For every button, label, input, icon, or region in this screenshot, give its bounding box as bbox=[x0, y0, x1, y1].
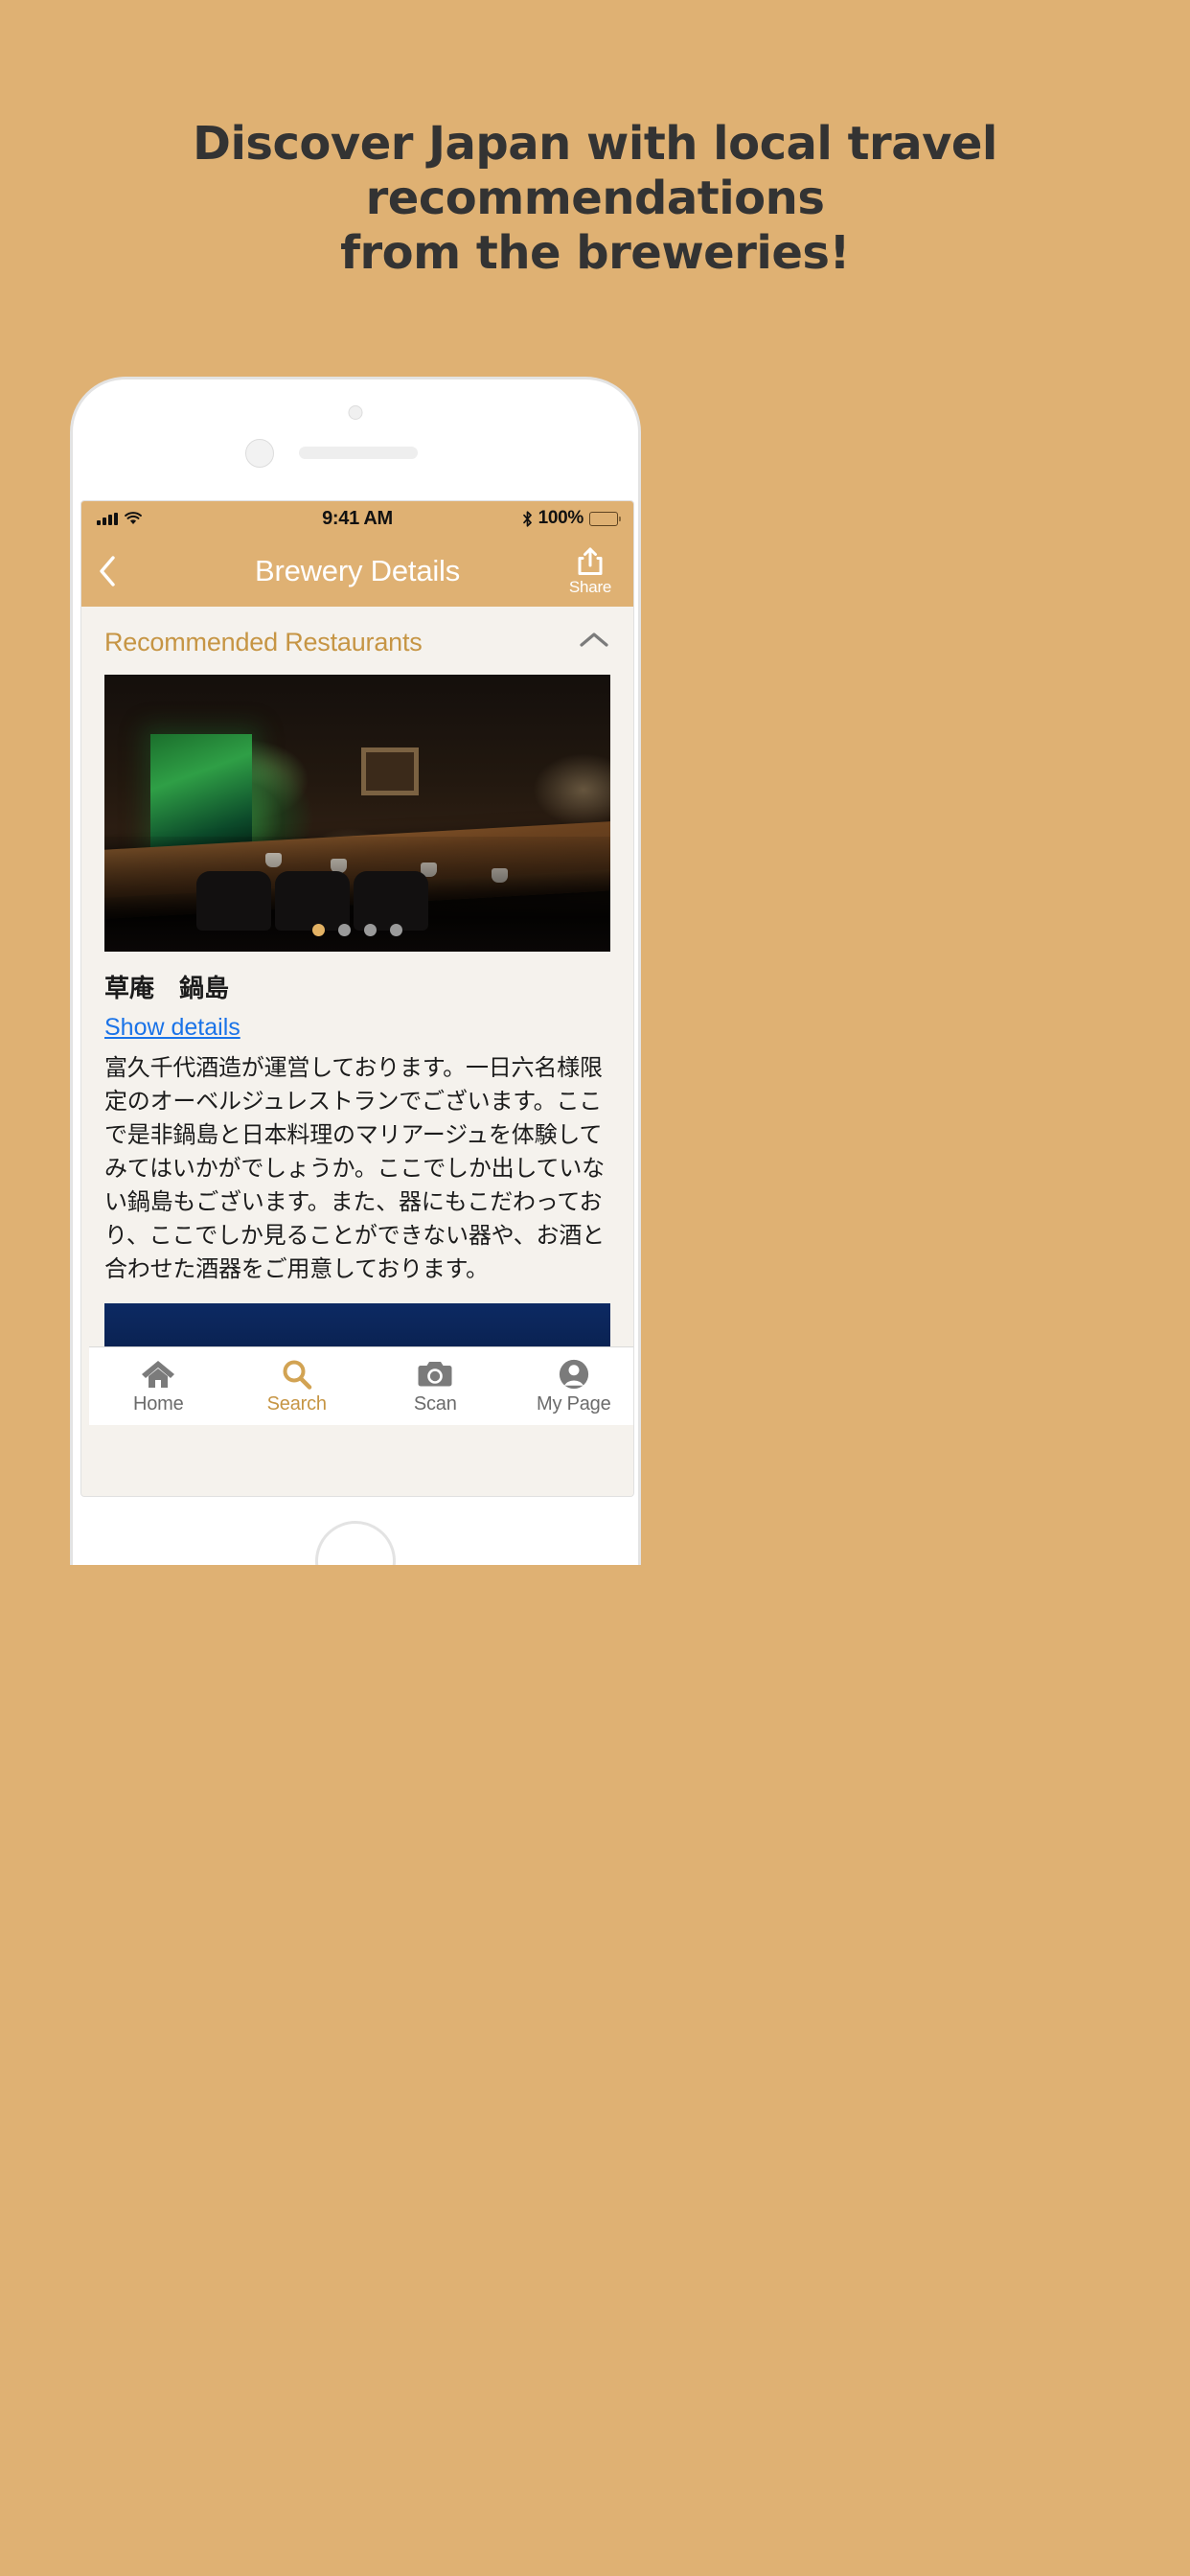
bluetooth-icon bbox=[522, 510, 532, 527]
photo-stool-detail bbox=[354, 871, 428, 931]
tab-search[interactable]: Search bbox=[228, 1358, 367, 1415]
promo-headline: Discover Japan with local travel recomme… bbox=[0, 117, 1190, 281]
collapse-toggle[interactable] bbox=[578, 630, 610, 656]
promo-headline-line-3: from the breweries! bbox=[340, 226, 850, 280]
status-bar: 9:41 AM 100% bbox=[81, 501, 633, 536]
tab-scan[interactable]: Scan bbox=[366, 1358, 505, 1415]
battery-full-icon bbox=[589, 511, 621, 526]
phone-bezel-top bbox=[73, 380, 638, 500]
photo-picture-frame-detail bbox=[361, 748, 419, 795]
tab-home[interactable]: Home bbox=[89, 1358, 228, 1415]
tab-my-page-label: My Page bbox=[536, 1392, 611, 1414]
recommended-restaurants-section-header[interactable]: Recommended Restaurants bbox=[81, 607, 633, 675]
tab-home-label: Home bbox=[132, 1392, 184, 1414]
carousel-dot-4[interactable] bbox=[390, 924, 402, 936]
show-details-link[interactable]: Show details bbox=[104, 1014, 610, 1042]
battery-percent-label: 100% bbox=[538, 508, 584, 528]
share-upload-icon bbox=[578, 547, 603, 575]
status-bar-right: 100% bbox=[522, 508, 621, 529]
chevron-up-icon bbox=[580, 632, 608, 647]
promo-headline-line-1: Discover Japan with local travel bbox=[193, 117, 997, 171]
promotional-banner[interactable] bbox=[104, 1303, 610, 1347]
tab-my-page[interactable]: My Page bbox=[505, 1358, 634, 1415]
proximity-sensor-icon bbox=[245, 439, 274, 468]
home-button[interactable] bbox=[315, 1521, 396, 1565]
page-title: Brewery Details bbox=[254, 554, 461, 587]
restaurant-name: 草庵 鍋島 bbox=[104, 974, 230, 1002]
home-icon bbox=[142, 1360, 175, 1388]
phone-screen: 9:41 AM 100% Brewery Details Share Recom… bbox=[80, 500, 634, 1497]
phone-mockup: 9:41 AM 100% Brewery Details Share Recom… bbox=[70, 377, 641, 1565]
restaurant-description: 富久千代酒造が運営しております。一日六名様限定のオーベルジュレストランでございま… bbox=[104, 1055, 605, 1282]
front-camera-icon bbox=[348, 405, 363, 420]
promo-headline-line-2: recommendations bbox=[365, 172, 825, 225]
tab-search-label: Search bbox=[266, 1392, 327, 1414]
restaurant-photo bbox=[104, 675, 610, 952]
bottom-tab-bar: Home Search Scan My Page bbox=[89, 1346, 634, 1425]
user-account-icon bbox=[559, 1359, 588, 1389]
share-button[interactable]: Share bbox=[562, 546, 618, 597]
nav-bar: Brewery Details Share bbox=[81, 536, 633, 607]
photo-stool-detail bbox=[196, 871, 271, 931]
carousel-dot-3[interactable] bbox=[364, 924, 377, 936]
carousel-dot-2[interactable] bbox=[338, 924, 351, 936]
earpiece-speaker bbox=[299, 447, 418, 459]
search-icon bbox=[283, 1360, 311, 1390]
section-title: Recommended Restaurants bbox=[104, 628, 423, 656]
tab-scan-label: Scan bbox=[413, 1392, 457, 1414]
photo-stool-detail bbox=[275, 871, 350, 931]
carousel-dots bbox=[104, 924, 610, 936]
carousel-dot-1[interactable] bbox=[312, 924, 325, 936]
share-button-label: Share bbox=[568, 577, 612, 596]
restaurant-image-carousel[interactable] bbox=[104, 675, 610, 952]
camera-scan-icon bbox=[418, 1361, 452, 1386]
